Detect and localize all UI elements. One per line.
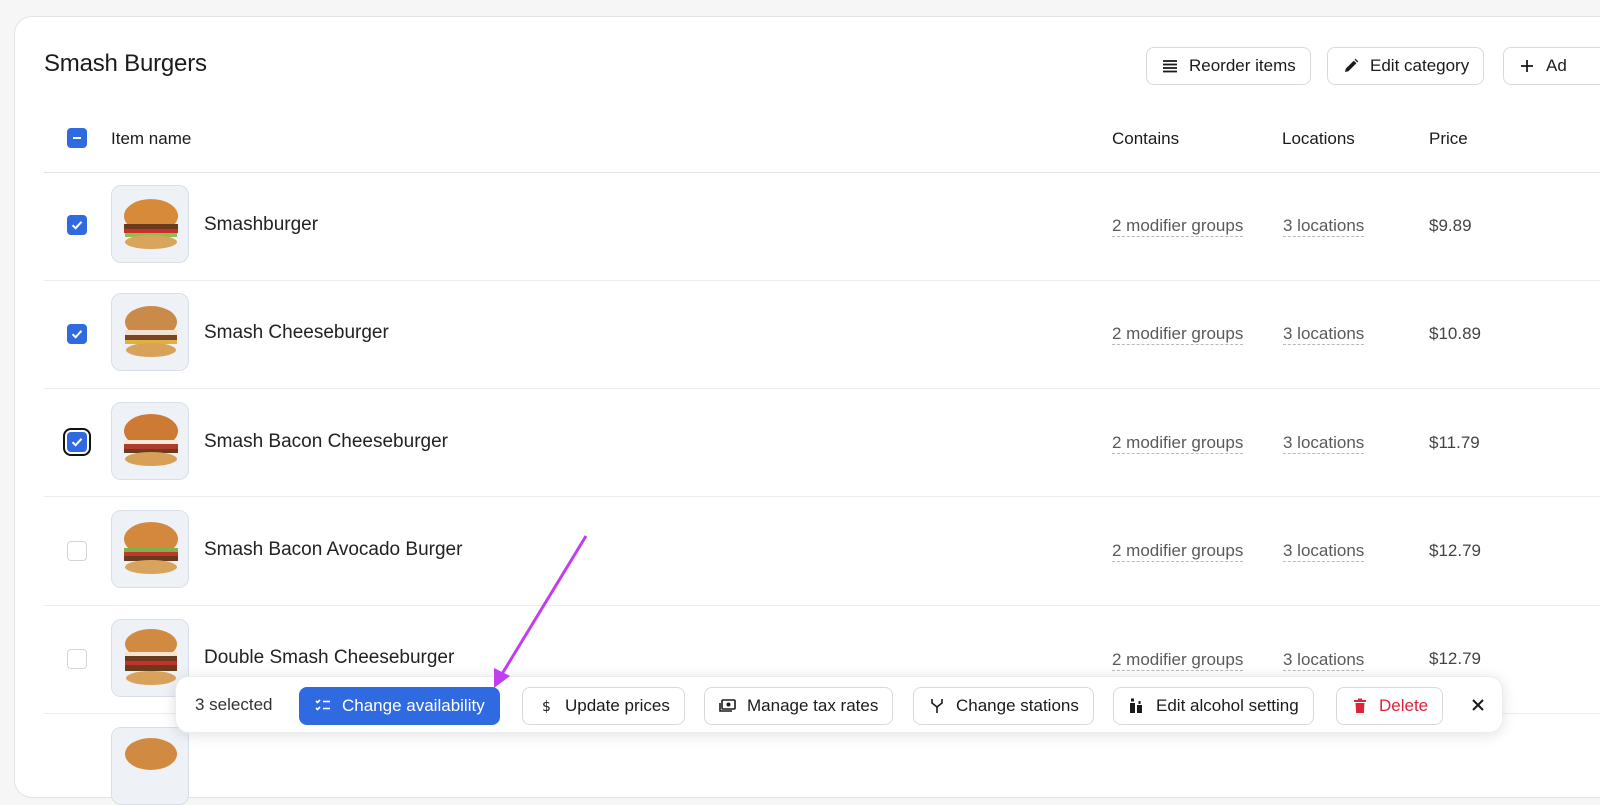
row-divider xyxy=(44,496,1600,497)
row-checkbox[interactable] xyxy=(67,324,87,344)
change-availability-button[interactable]: Change availability xyxy=(299,687,500,725)
item-thumbnail xyxy=(111,293,189,371)
locations-link[interactable]: 3 locations xyxy=(1283,325,1365,345)
contains-link[interactable]: 2 modifier groups xyxy=(1112,325,1244,345)
selected-count: 3 selected xyxy=(195,695,273,714)
update-prices-label: Update prices xyxy=(565,696,670,715)
fork-icon xyxy=(931,699,943,713)
close-icon xyxy=(1472,699,1484,711)
item-name[interactable]: Smash Cheeseburger xyxy=(204,322,389,344)
row-checkbox[interactable] xyxy=(63,428,91,456)
header-contains: Contains xyxy=(1112,129,1180,148)
close-toolbar-button[interactable] xyxy=(1467,694,1489,716)
dollar-icon: $ xyxy=(542,699,551,715)
reorder-items-button[interactable]: Reorder items xyxy=(1146,47,1311,85)
item-thumbnail xyxy=(111,510,189,588)
list-icon xyxy=(1163,60,1177,73)
add-item-button[interactable]: Ad xyxy=(1503,47,1600,85)
contains-link[interactable]: 2 modifier groups xyxy=(1112,217,1244,237)
change-availability-label: Change availability xyxy=(342,696,485,715)
select-all-checkbox[interactable] xyxy=(67,128,87,148)
manage-tax-rates-label: Manage tax rates xyxy=(747,696,879,715)
trash-icon xyxy=(1354,698,1366,713)
bulk-action-toolbar: 3 selected Change availability $ Update … xyxy=(175,676,1503,733)
checklist-icon xyxy=(315,699,330,711)
cash-icon xyxy=(719,699,736,712)
edit-alcohol-setting-label: Edit alcohol setting xyxy=(1156,696,1299,715)
locations-link[interactable]: 3 locations xyxy=(1283,217,1365,237)
add-item-label: Ad xyxy=(1546,56,1567,75)
contains-link[interactable]: 2 modifier groups xyxy=(1112,651,1244,671)
row-checkbox[interactable] xyxy=(67,541,87,561)
item-name[interactable]: Double Smash Cheeseburger xyxy=(204,647,454,669)
pencil-icon xyxy=(1345,58,1359,72)
locations-link[interactable]: 3 locations xyxy=(1283,651,1365,671)
row-checkbox[interactable] xyxy=(67,215,87,235)
header-divider xyxy=(44,172,1600,173)
reorder-items-label: Reorder items xyxy=(1189,56,1296,75)
price-value: $10.89 xyxy=(1429,324,1481,343)
item-name[interactable]: Smashburger xyxy=(204,214,318,236)
item-thumbnail xyxy=(111,185,189,263)
edit-alcohol-setting-button[interactable]: Edit alcohol setting xyxy=(1113,687,1314,725)
delete-label: Delete xyxy=(1379,696,1429,715)
contains-link[interactable]: 2 modifier groups xyxy=(1112,542,1244,562)
check-icon xyxy=(71,330,83,339)
check-icon xyxy=(71,438,83,447)
bottle-icon xyxy=(1130,698,1142,713)
item-thumbnail xyxy=(111,727,189,805)
item-name[interactable]: Smash Bacon Cheeseburger xyxy=(204,431,448,453)
edit-category-label: Edit category xyxy=(1370,56,1470,75)
change-stations-label: Change stations xyxy=(956,696,1079,715)
header-locations: Locations xyxy=(1282,129,1355,148)
manage-tax-rates-button[interactable]: Manage tax rates xyxy=(704,687,894,725)
item-thumbnail xyxy=(111,402,189,480)
price-value: $12.79 xyxy=(1429,541,1481,560)
locations-link[interactable]: 3 locations xyxy=(1283,434,1365,454)
locations-link[interactable]: 3 locations xyxy=(1283,542,1365,562)
plus-icon xyxy=(1521,60,1533,72)
price-value: $12.79 xyxy=(1429,649,1481,668)
minus-icon xyxy=(73,137,81,139)
delete-button[interactable]: Delete xyxy=(1336,687,1444,725)
item-name[interactable]: Smash Bacon Avocado Burger xyxy=(204,539,462,561)
update-prices-button[interactable]: $ Update prices xyxy=(522,687,685,725)
page-title: Smash Burgers xyxy=(44,50,207,77)
price-value: $11.79 xyxy=(1429,433,1480,452)
header-price: Price xyxy=(1429,129,1468,148)
price-value: $9.89 xyxy=(1429,216,1472,235)
change-stations-button[interactable]: Change stations xyxy=(913,687,1094,725)
check-icon xyxy=(71,221,83,230)
edit-category-button[interactable]: Edit category xyxy=(1327,47,1485,85)
row-checkbox[interactable] xyxy=(67,649,87,669)
svg-text:$: $ xyxy=(542,699,551,715)
row-divider xyxy=(44,388,1600,389)
row-divider xyxy=(44,280,1600,281)
row-divider xyxy=(44,605,1600,606)
contains-link[interactable]: 2 modifier groups xyxy=(1112,434,1244,454)
header-item-name: Item name xyxy=(111,129,192,148)
